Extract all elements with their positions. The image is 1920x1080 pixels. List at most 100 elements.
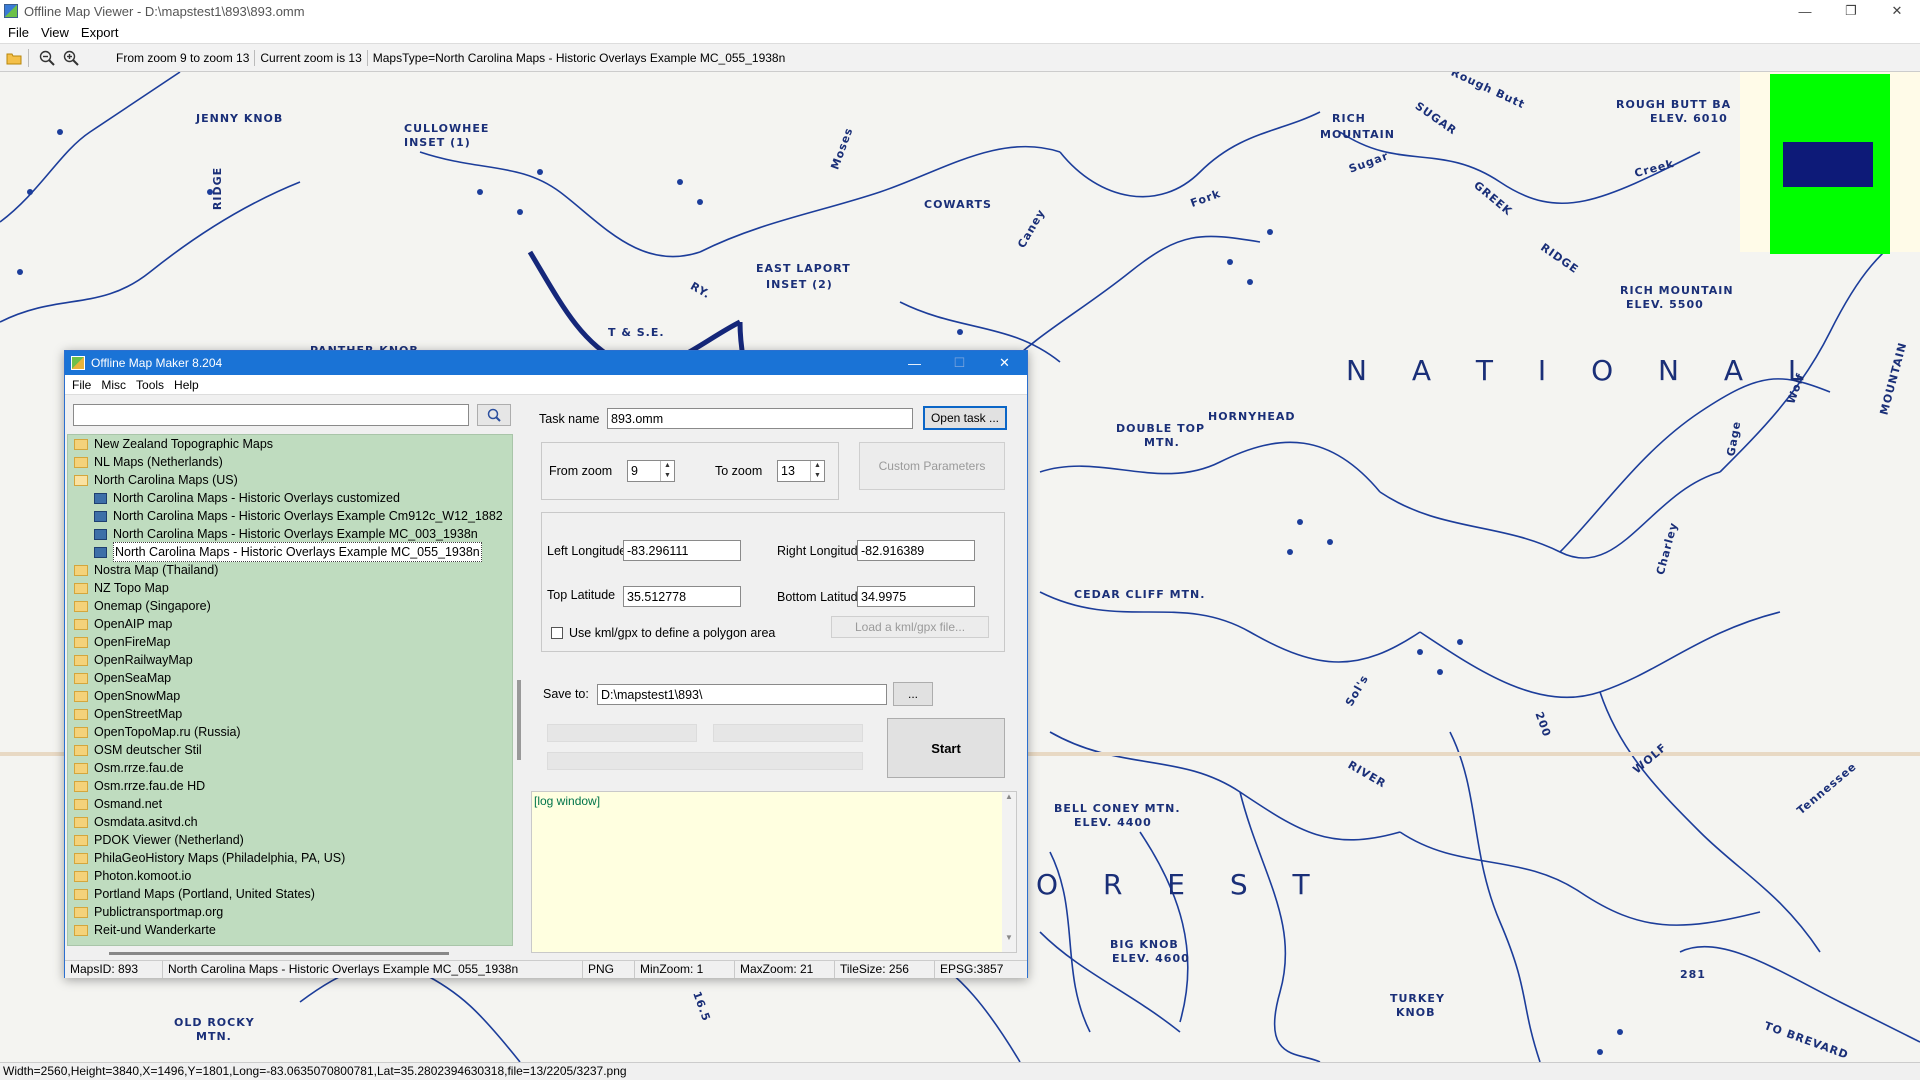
log-text: [log window] (534, 794, 601, 808)
tree-item[interactable]: Osm.rrze.fau.de HD (68, 777, 512, 795)
log-window[interactable]: [log window] ▲ ▼ (531, 791, 1017, 953)
tree-item[interactable]: North Carolina Maps - Historic Overlays … (68, 507, 512, 525)
search-button[interactable] (477, 404, 511, 426)
tree-horizontal-scrollbar[interactable] (69, 948, 515, 958)
tree-item[interactable]: Osmand.net (68, 795, 512, 813)
top-latitude-input[interactable] (623, 586, 741, 607)
to-zoom-label: To zoom (715, 464, 763, 478)
status-epsg: EPSG:3857 (940, 962, 1004, 976)
to-zoom-stepper[interactable]: 13 ▲ ▼ (777, 460, 825, 482)
folder-icon (74, 834, 88, 846)
tree-item-selected[interactable]: North Carolina Maps - Historic Overlays … (68, 542, 512, 562)
stepper-arrows-icon[interactable]: ▲ ▼ (810, 461, 824, 481)
tree-vertical-scrollbar[interactable] (517, 680, 521, 760)
task-name-input[interactable] (607, 408, 913, 429)
maker-menu-help[interactable]: Help (171, 378, 206, 392)
maker-menu-file[interactable]: File (69, 378, 98, 392)
tree-item[interactable]: Nostra Map (Thailand) (68, 561, 512, 579)
tree-item[interactable]: OSM deutscher Stil (68, 741, 512, 759)
folder-icon (74, 870, 88, 882)
tree-item[interactable]: North Carolina Maps - Historic Overlays … (68, 489, 512, 507)
tree-item[interactable]: OpenTopoMap.ru (Russia) (68, 723, 512, 741)
start-button[interactable]: Start (887, 718, 1005, 778)
folder-icon (74, 690, 88, 702)
viewer-menubar: File View Export (0, 22, 1920, 42)
search-input[interactable] (73, 404, 469, 426)
map-maker-window[interactable]: Offline Map Maker 8.204 — ☐ ✕ File Misc … (64, 350, 1028, 978)
right-longitude-input[interactable] (857, 540, 975, 561)
maker-minimize-button[interactable]: — (892, 351, 937, 375)
tree-item[interactable]: Osm.rrze.fau.de (68, 759, 512, 777)
tree-item[interactable]: OpenSnowMap (68, 687, 512, 705)
tree-item[interactable]: Reit-und Wanderkarte (68, 921, 512, 939)
tree-item[interactable]: Onemap (Singapore) (68, 597, 512, 615)
custom-parameters-button[interactable]: Custom Parameters (859, 442, 1005, 490)
tree-item[interactable]: NL Maps (Netherlands) (68, 453, 512, 471)
map-icon (94, 492, 107, 504)
open-task-button[interactable]: Open task ... (923, 406, 1007, 430)
tree-item[interactable]: OpenSeaMap (68, 669, 512, 687)
maker-menu-misc[interactable]: Misc (98, 378, 133, 392)
map-icon (94, 510, 107, 522)
restore-button[interactable]: ❐ (1828, 0, 1874, 22)
load-kml-button[interactable]: Load a kml/gpx file... (831, 616, 989, 638)
log-scrollbar[interactable]: ▲ ▼ (1002, 792, 1016, 952)
tree-item[interactable]: OpenRailwayMap (68, 651, 512, 669)
tree-item[interactable]: Publictransportmap.org (68, 903, 512, 921)
folder-icon (74, 726, 88, 738)
zoom-in-icon[interactable] (61, 48, 81, 68)
save-path-input[interactable] (597, 684, 887, 705)
left-longitude-input[interactable] (623, 540, 741, 561)
tree-item[interactable]: NZ Topo Map (68, 579, 512, 597)
tree-item[interactable]: New Zealand Topographic Maps (68, 435, 512, 453)
stepper-arrows-icon[interactable]: ▲ ▼ (660, 461, 674, 481)
map-icon (94, 528, 107, 540)
tree-item[interactable]: North Carolina Maps - Historic Overlays … (68, 525, 512, 543)
folder-icon (74, 924, 88, 936)
kml-checkbox-label: Use kml/gpx to define a polygon area (569, 626, 776, 640)
map-label: ELEV. 5500 (1626, 298, 1704, 311)
folder-icon (74, 618, 88, 630)
menu-export[interactable]: Export (77, 25, 127, 40)
tree-item[interactable]: PhilaGeoHistory Maps (Philadelphia, PA, … (68, 849, 512, 867)
scroll-down-icon[interactable]: ▼ (1002, 933, 1016, 942)
minimize-button[interactable]: — (1782, 0, 1828, 22)
tree-item[interactable]: OpenAIP map (68, 615, 512, 633)
map-label: ELEV. 4600 (1112, 952, 1190, 965)
map-label: ELEV. 6010 (1650, 112, 1728, 125)
tree-item[interactable]: Osmdata.asitvd.ch (68, 813, 512, 831)
viewer-titlebar: Offline Map Viewer - D:\mapstest1\893\89… (0, 0, 1920, 22)
maker-menu-tools[interactable]: Tools (133, 378, 171, 392)
overview-map[interactable] (1740, 72, 1920, 254)
maps-type-text: MapsType=North Carolina Maps - Historic … (372, 50, 786, 65)
tree-item[interactable]: Photon.komoot.io (68, 867, 512, 885)
status-maps-id: MapsID: 893 (65, 961, 163, 978)
menu-file[interactable]: File (4, 25, 37, 40)
tree-item[interactable]: PDOK Viewer (Netherland) (68, 831, 512, 849)
maker-maximize-button[interactable]: ☐ (937, 351, 982, 375)
overview-viewport[interactable] (1783, 142, 1873, 187)
maker-titlebar[interactable]: Offline Map Maker 8.204 — ☐ ✕ (65, 351, 1027, 375)
folder-icon (74, 762, 88, 774)
tree-item[interactable]: North Carolina Maps (US) (68, 471, 512, 489)
map-label: EAST LAPORT (756, 262, 851, 275)
browse-button[interactable]: ... (893, 682, 933, 706)
tree-item[interactable]: OpenFireMap (68, 633, 512, 651)
scroll-up-icon[interactable]: ▲ (1002, 792, 1016, 801)
folder-icon (74, 654, 88, 666)
maker-window-controls: — ☐ ✕ (892, 351, 1027, 375)
close-button[interactable]: ✕ (1874, 0, 1920, 22)
tree-item[interactable]: OpenStreetMap (68, 705, 512, 723)
tree-item[interactable]: Portland Maps (Portland, United States) (68, 885, 512, 903)
maps-tree[interactable]: New Zealand Topographic Maps NL Maps (Ne… (67, 434, 513, 946)
folder-icon (74, 906, 88, 918)
from-zoom-stepper[interactable]: 9 ▲ ▼ (627, 460, 675, 482)
open-folder-icon[interactable] (4, 48, 24, 68)
menu-view[interactable]: View (37, 25, 77, 40)
zoom-out-icon[interactable] (37, 48, 57, 68)
maker-close-button[interactable]: ✕ (982, 351, 1027, 375)
bottom-latitude-input[interactable] (857, 586, 975, 607)
left-longitude-label: Left Longitude (547, 544, 627, 558)
map-label: DOUBLE TOP (1116, 422, 1206, 435)
kml-checkbox[interactable] (551, 627, 563, 639)
